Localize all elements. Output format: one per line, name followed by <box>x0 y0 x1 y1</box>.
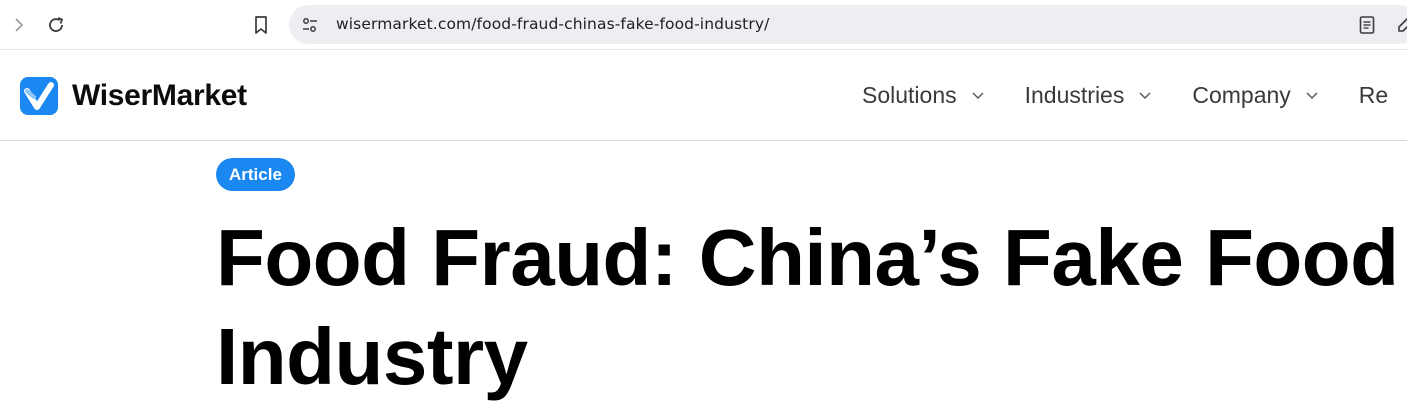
edit-button[interactable] <box>1393 13 1407 37</box>
nav-item-company[interactable]: Company <box>1192 82 1358 109</box>
chevron-down-icon <box>1305 88 1319 102</box>
article-title: Food Fraud: China’s Fake Food Industry <box>216 208 1407 406</box>
edit-icon <box>1398 17 1407 32</box>
chevron-down-icon <box>971 88 985 102</box>
main-nav: Solutions Industries Company Re <box>862 79 1388 111</box>
forward-button[interactable] <box>5 11 33 39</box>
nav-item-label: Re <box>1358 81 1389 108</box>
bookmark-button[interactable] <box>247 11 275 39</box>
url-text[interactable]: wisermarket.com/food-fraud-chinas-fake-f… <box>336 15 769 33</box>
nav-item-label: Solutions <box>862 81 957 108</box>
nav-item-label: Industries <box>1024 81 1125 108</box>
nav-item-label: Company <box>1192 81 1291 108</box>
nav-item-solutions[interactable]: Solutions <box>862 82 1025 109</box>
bookmark-icon <box>255 16 267 34</box>
chevron-down-icon <box>1138 88 1152 102</box>
reload-icon <box>49 17 64 32</box>
chevron-right-icon <box>15 18 24 32</box>
site-logo[interactable]: WiserMarket <box>20 76 247 116</box>
reader-mode-icon <box>1359 16 1375 34</box>
tune-icon <box>303 18 317 32</box>
nav-item-resources[interactable]: Re <box>1359 82 1388 109</box>
logo-mark-icon <box>20 77 58 115</box>
category-badge[interactable]: Article <box>216 158 295 191</box>
article-title-line-2: Industry <box>216 312 528 401</box>
address-bar[interactable]: wisermarket.com/food-fraud-chinas-fake-f… <box>289 5 1407 44</box>
nav-item-industries[interactable]: Industries <box>1025 82 1193 109</box>
browser-toolbar: wisermarket.com/food-fraud-chinas-fake-f… <box>0 0 1407 50</box>
logo-text: WiserMarket <box>72 79 247 112</box>
article-title-line-1: Food Fraud: China’s Fake Food <box>216 213 1399 302</box>
reader-mode-button[interactable] <box>1355 13 1379 37</box>
reload-button[interactable] <box>42 11 70 39</box>
site-info-button[interactable] <box>299 14 321 36</box>
site-header: WiserMarket Solutions Industries Company… <box>0 50 1407 141</box>
